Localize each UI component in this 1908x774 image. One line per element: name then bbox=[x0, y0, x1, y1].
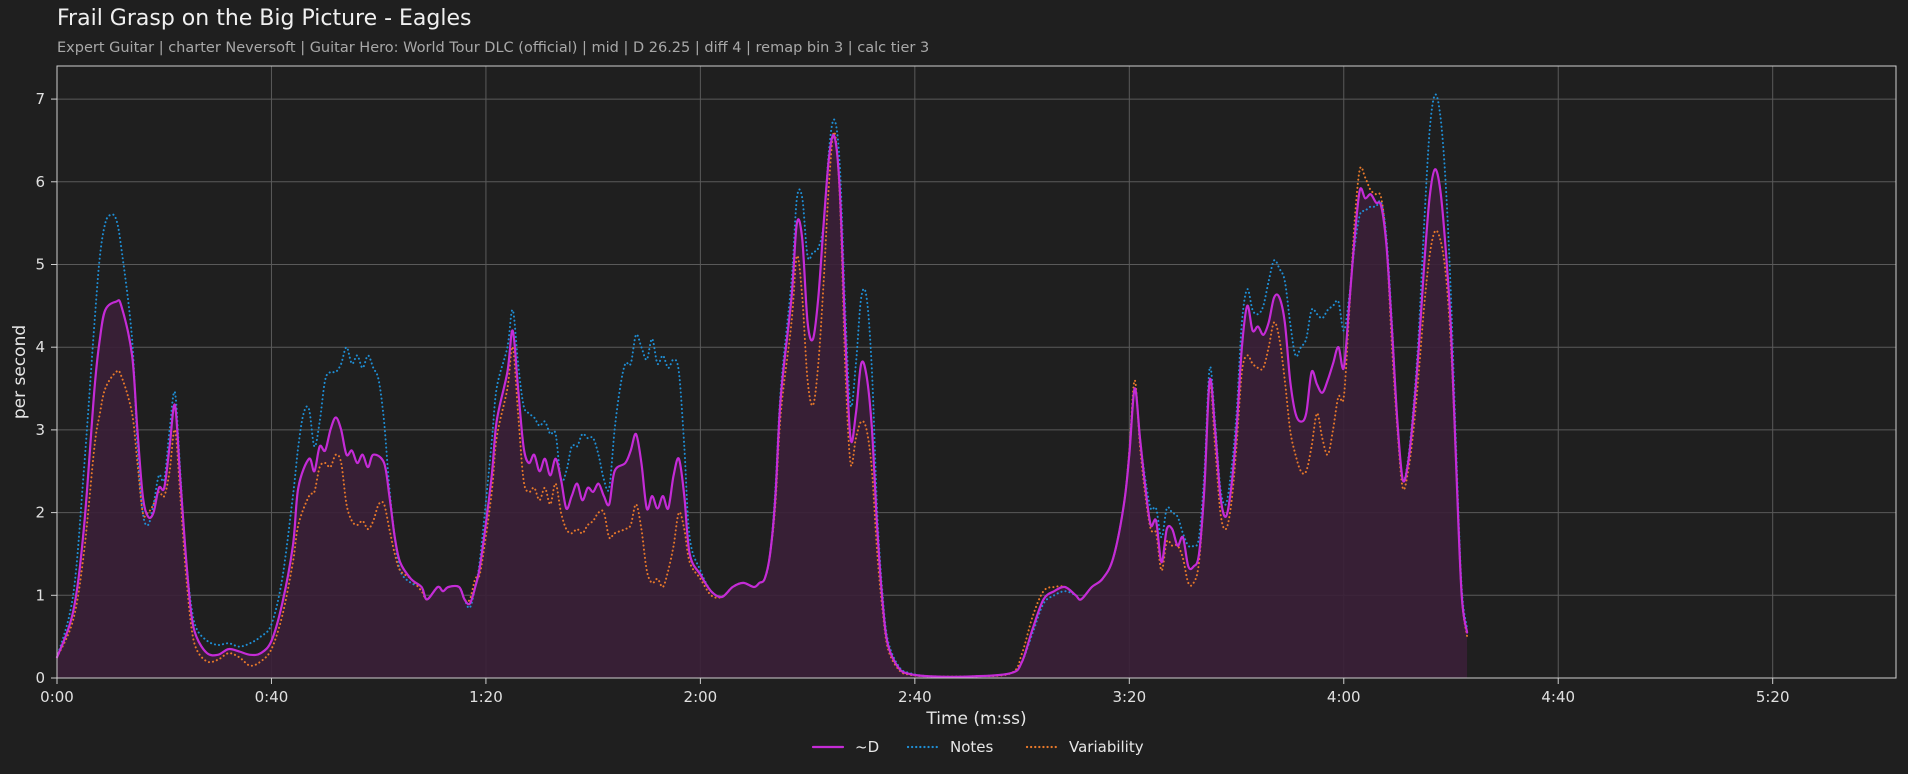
x-tick-label: 0:00 bbox=[40, 688, 74, 706]
y-tick-label: 1 bbox=[35, 586, 45, 604]
y-tick-label: 3 bbox=[35, 421, 45, 439]
legend: ~D Notes Variability bbox=[811, 738, 1144, 756]
y-axis-label: per second bbox=[10, 325, 30, 419]
x-axis-label: Time (m:ss) bbox=[925, 709, 1026, 729]
y-tick-label: 4 bbox=[35, 338, 45, 356]
y-tick-label: 2 bbox=[35, 504, 45, 522]
y-tick-label: 6 bbox=[35, 173, 45, 191]
x-tick-label: 4:00 bbox=[1327, 688, 1361, 706]
x-tick-label: 1:20 bbox=[469, 688, 503, 706]
x-tick-label: 3:20 bbox=[1112, 688, 1146, 706]
y-tick-label: 7 bbox=[35, 90, 45, 108]
x-tick-label: 2:40 bbox=[898, 688, 932, 706]
legend-label: Notes bbox=[950, 738, 994, 756]
line-chart: 0:00 0:40 1:20 2:00 2:40 3:20 4:00 4:40 5:20 0 1 2… bbox=[10, 65, 1897, 756]
x-tick-label: 4:40 bbox=[1541, 688, 1575, 706]
x-axis-ticks: 0:00 0:40 1:20 2:00 2:40 3:20 4:00 4:40 5:20 bbox=[40, 678, 1790, 706]
legend-label: ~D bbox=[855, 738, 879, 756]
x-tick-label: 0:40 bbox=[255, 688, 289, 706]
y-tick-label: 0 bbox=[35, 669, 45, 687]
d-area-fill bbox=[57, 134, 1468, 678]
d-fill-area bbox=[57, 134, 1468, 678]
y-axis-ticks: 0 1 2 3 4 5 6 7 bbox=[35, 90, 57, 687]
x-tick-label: 2:00 bbox=[684, 688, 718, 706]
y-tick-label: 5 bbox=[35, 255, 45, 273]
x-tick-label: 5:20 bbox=[1756, 688, 1790, 706]
legend-label: Variability bbox=[1069, 738, 1144, 756]
